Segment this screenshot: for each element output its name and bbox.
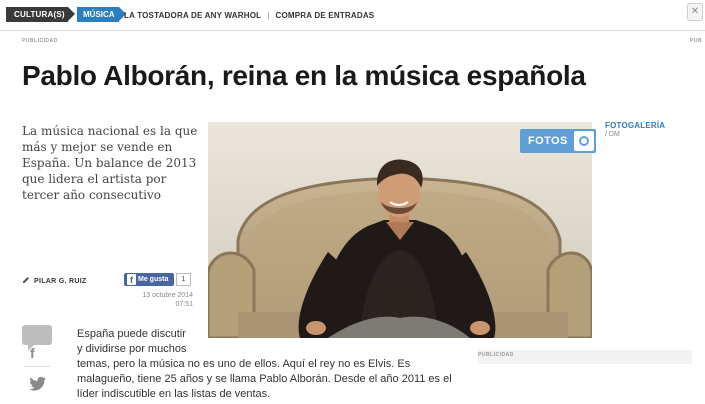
breadcrumb-cultura[interactable]: CULTURA(S)	[6, 7, 75, 22]
article-body-line: y dividirse por muchos	[77, 343, 187, 355]
ad-label-right: PUB	[690, 38, 703, 44]
article-body-line: malagueño, tiene 25 años y se llama Pabl…	[77, 373, 452, 385]
facebook-share-icon[interactable]: f	[30, 345, 35, 361]
fotos-button-label: FOTOS	[528, 135, 568, 147]
comments-icon[interactable]	[22, 325, 52, 351]
article-body-line: España puede discutir	[77, 328, 186, 340]
side-ad-label: PUBLICIDAD	[478, 352, 514, 358]
article-body-line: líder indiscutible en las listas de vent…	[77, 388, 271, 400]
breadcrumb-musica[interactable]: MÚSICA	[77, 7, 126, 22]
author-name[interactable]: PILAR G. RUIZ	[34, 278, 87, 285]
pencil-icon	[23, 277, 29, 283]
ad-label: PUBLICIDAD	[22, 38, 58, 44]
facebook-like-button[interactable]: Me gusta	[124, 273, 174, 286]
publish-date: 13 octubre 2014	[142, 292, 193, 299]
twitter-share-icon[interactable]	[29, 376, 47, 392]
publish-time: 07:51	[175, 301, 193, 308]
share-divider	[24, 366, 50, 367]
gallery-link[interactable]: FOTOGALERÍA	[605, 121, 665, 130]
close-icon[interactable]: ✕	[687, 3, 703, 21]
nav-link-entradas[interactable]: COMPRA DE ENTRADAS	[275, 11, 374, 20]
article-lead: La música nacional es la que más y mejor…	[22, 124, 198, 202]
article-title: Pablo Alborán, reina en la música españo…	[22, 60, 586, 91]
article-body-line: temas, pero la música no es uno de ellos…	[77, 358, 411, 370]
nav-links: LA TOSTADORA DE ANY WARHOL | COMPRA DE ENT…	[124, 11, 374, 20]
article-photo[interactable]	[208, 122, 592, 338]
like-count: 1	[176, 273, 191, 286]
nav-separator: |	[267, 11, 270, 20]
photo-illustration	[208, 122, 592, 338]
camera-icon	[574, 131, 594, 151]
nav-link-tostadora[interactable]: LA TOSTADORA DE ANY WARHOL	[124, 11, 261, 20]
gallery-credit: / DM	[605, 131, 620, 138]
article-date: 13 octubre 2014 07:51	[118, 291, 193, 309]
